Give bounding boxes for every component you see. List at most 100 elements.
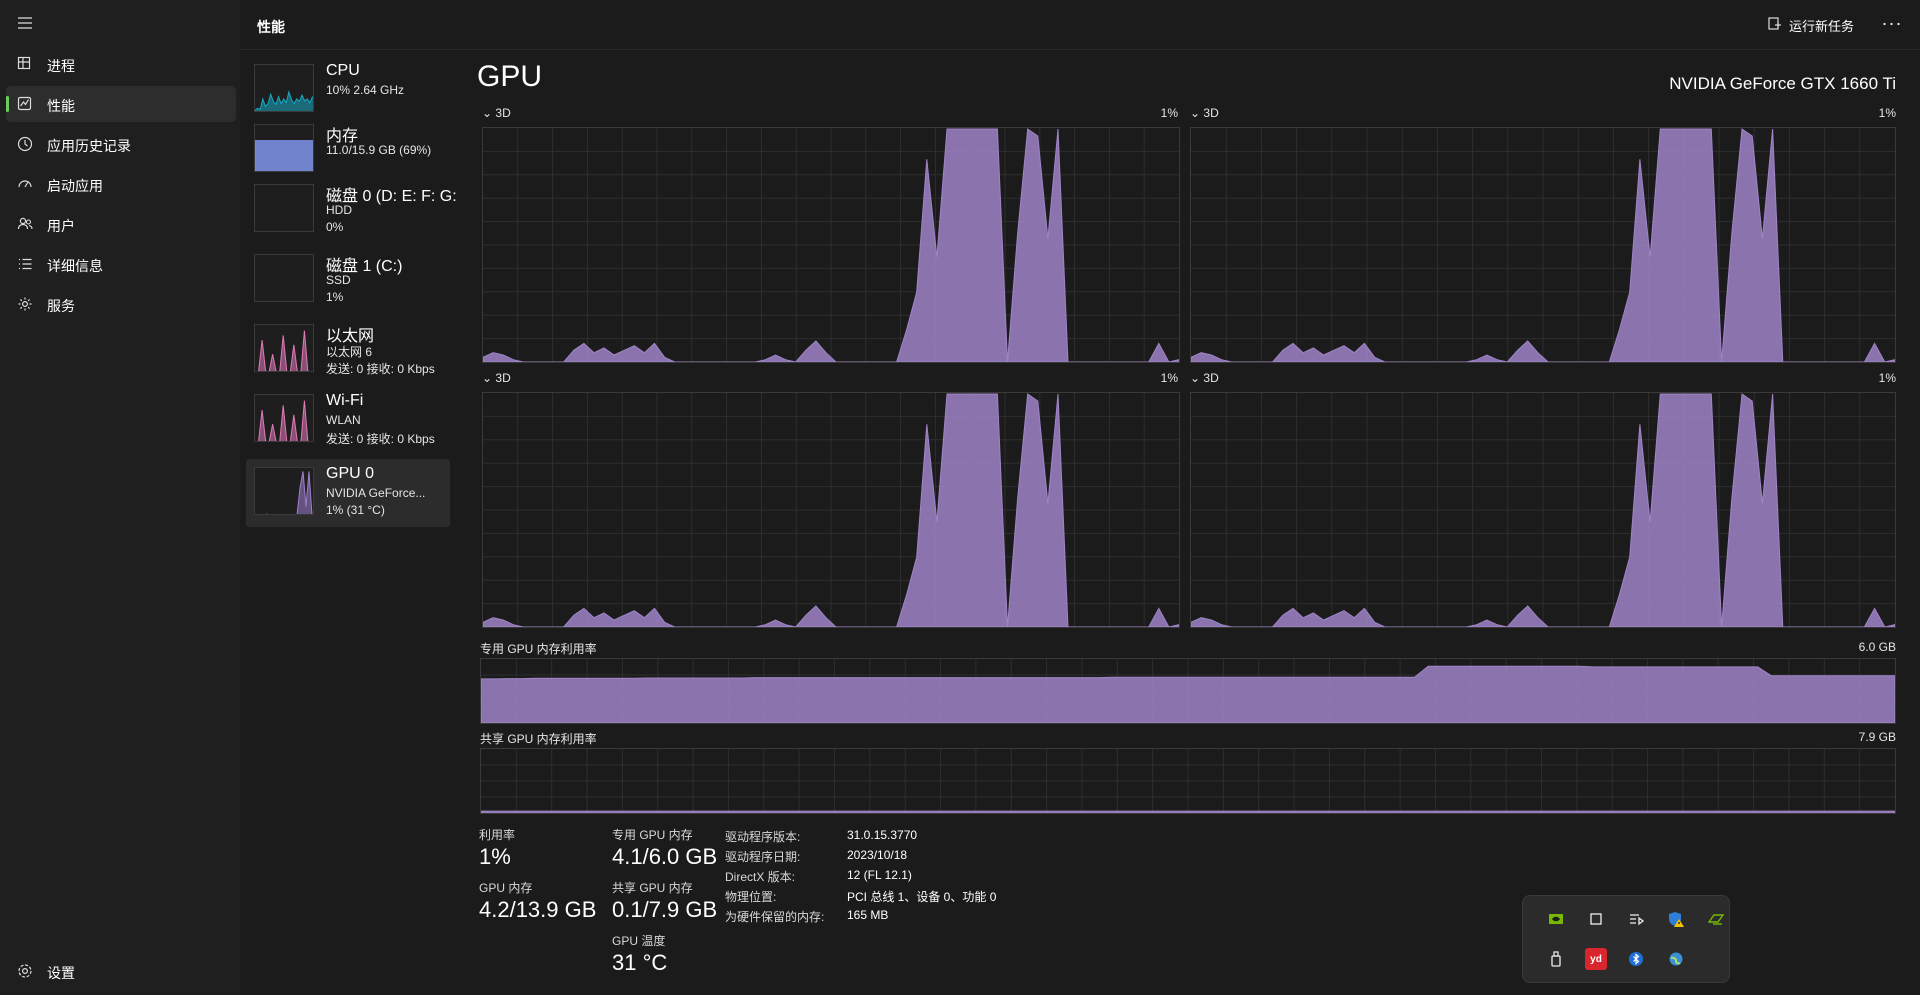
device-memory[interactable]: 内存 11.0/15.9 GB (69%) — [246, 116, 450, 184]
run-task-icon — [1767, 16, 1783, 35]
nav-item-label: 服务 — [47, 298, 75, 314]
users-icon — [16, 215, 34, 233]
network-globe-icon[interactable] — [1665, 948, 1687, 970]
yd-app-text: yd — [1590, 953, 1602, 965]
more-options-icon[interactable]: ··· — [1880, 13, 1904, 37]
dedicated-memory-stat-label: 专用 GPU 内存 — [612, 828, 693, 842]
engine-graph-4 — [1190, 392, 1896, 628]
usage-area — [480, 810, 1896, 814]
nav-item-startup-apps[interactable]: 启动应用 — [6, 166, 236, 202]
gpu-title: GPU — [477, 60, 543, 93]
engine-header-4: ⌄ 3D 1% — [1190, 371, 1896, 385]
gpu-temp-value: 31 °C — [612, 950, 668, 975]
gpu-model-name: NVIDIA GeForce GTX 1660 Ti — [1669, 74, 1896, 93]
directx-version-value: 12 (FL 12.1) — [847, 868, 912, 882]
nav-item-label: 应用历史记录 — [47, 138, 131, 154]
dedicated-memory-max: 6.0 GB — [1858, 640, 1896, 654]
gpu-memory-value: 4.2/13.9 GB — [479, 897, 597, 922]
usb-eject-icon[interactable] — [1545, 948, 1567, 970]
physical-location-key: 物理位置: — [725, 890, 777, 904]
reserved-memory-key: 为硬件保留的内存: — [725, 910, 825, 924]
nav-item-details[interactable]: 详细信息 — [6, 246, 236, 282]
device-detail: 11.0/15.9 GB (69%) — [326, 143, 432, 157]
nav-item-users[interactable]: 用户 — [6, 206, 236, 242]
device-gpu-0[interactable]: GPU 0 NVIDIA GeForce... 1% (31 °C) — [246, 459, 450, 527]
processes-icon — [16, 55, 34, 73]
device-usage: 0% — [326, 220, 344, 234]
engine-percent: 1% — [1160, 371, 1178, 385]
defender-warning-icon[interactable] — [1665, 908, 1687, 930]
run-task-label: 运行新任务 — [1788, 18, 1854, 34]
device-disk-1[interactable]: 磁盘 1 (C:) SSD 1% — [246, 246, 450, 314]
wifi-thumbnail-graph — [254, 394, 314, 442]
directx-version-key: DirectX 版本: — [725, 870, 796, 884]
usage-area — [258, 330, 309, 371]
utilization-label: 利用率 — [479, 828, 516, 842]
shared-memory-label: 共享 GPU 内存利用率 — [480, 732, 597, 746]
header-bar: 性能 运行新任务 ··· — [240, 0, 1920, 50]
dedicated-memory-stat-value: 4.1/6.0 GB — [612, 844, 718, 869]
engine-selector-1[interactable]: ⌄ 3D — [482, 106, 511, 120]
shared-memory-stat-value: 0.1/7.9 GB — [612, 897, 718, 922]
engine-selector-2[interactable]: ⌄ 3D — [1190, 106, 1219, 120]
run-new-task-button[interactable]: 运行新任务 — [1767, 14, 1854, 36]
details-icon — [16, 255, 34, 273]
engine-graph-3 — [482, 392, 1180, 628]
driver-version-value: 31.0.15.3770 — [847, 828, 918, 842]
engine-graph-1 — [482, 127, 1180, 363]
engine-percent: 1% — [1160, 106, 1178, 120]
gpu-tweak-icon[interactable] — [1705, 908, 1727, 930]
window-icon[interactable] — [1585, 908, 1607, 930]
driver-version-key: 驱动程序版本: — [725, 830, 801, 844]
device-cpu[interactable]: CPU 10% 2.64 GHz — [246, 56, 450, 124]
engine-header-3: ⌄ 3D 1% — [482, 371, 1178, 385]
engine-header-2: ⌄ 3D 1% — [1190, 106, 1896, 120]
dedicated-memory-header: 专用 GPU 内存利用率 6.0 GB — [480, 640, 1896, 657]
nav-item-label: 用户 — [47, 218, 75, 234]
disk0-thumbnail-graph — [254, 184, 314, 232]
nav-item-processes[interactable]: 进程 — [6, 46, 236, 82]
nvidia-icon[interactable] — [1545, 908, 1567, 930]
device-name: CPU — [326, 62, 360, 79]
yd-app-icon[interactable]: yd — [1585, 948, 1607, 970]
device-wifi[interactable]: Wi-Fi WLAN 发送: 0 接收: 0 Kbps — [246, 386, 450, 454]
utilization-value: 1% — [479, 844, 511, 869]
app-history-icon — [16, 135, 34, 153]
task-manager-window: 进程 性能 应用历史记录 启动应用 用户 详细信息 服务 设置 性能 运行新任务… — [0, 0, 1920, 995]
disk1-thumbnail-graph — [254, 254, 314, 302]
engine-selector-3[interactable]: ⌄ 3D — [482, 371, 511, 385]
settings-label: 设置 — [47, 965, 75, 981]
hamburger-menu-icon[interactable] — [16, 15, 36, 31]
nav-item-settings[interactable]: 设置 — [6, 953, 236, 989]
usage-area — [255, 89, 313, 111]
device-detail: HDD — [326, 203, 352, 217]
bluetooth-icon[interactable] — [1625, 948, 1647, 970]
usage-area — [265, 471, 313, 514]
physical-location-value: PCI 总线 1、设备 0、功能 0 — [847, 890, 997, 904]
device-ethernet[interactable]: 以太网 以太网 6 发送: 0 接收: 0 Kbps — [246, 316, 450, 384]
engine-percent: 1% — [1878, 106, 1896, 120]
dedicated-memory-graph — [480, 658, 1896, 724]
device-usage: 1% (31 °C) — [326, 503, 385, 517]
nav-item-services[interactable]: 服务 — [6, 286, 236, 322]
gpu-thumbnail-graph — [254, 467, 314, 515]
performance-icon — [16, 95, 34, 113]
usage-area — [255, 140, 313, 171]
shared-memory-max: 7.9 GB — [1858, 730, 1896, 744]
device-usage: 1% — [326, 290, 344, 304]
memory-thumbnail-graph — [254, 124, 314, 172]
sidebar: 进程 性能 应用历史记录 启动应用 用户 详细信息 服务 设置 — [0, 0, 240, 995]
engine-selector-4[interactable]: ⌄ 3D — [1190, 371, 1219, 385]
engine-graph-2 — [1190, 127, 1896, 363]
device-name: GPU 0 — [326, 465, 375, 482]
nav-item-app-history[interactable]: 应用历史记录 — [6, 126, 236, 162]
nav-item-performance[interactable]: 性能 — [6, 86, 236, 122]
tray-overflow-popup: yd — [1522, 895, 1730, 983]
engine-header-1: ⌄ 3D 1% — [482, 106, 1178, 120]
device-detail: 10% 2.64 GHz — [326, 83, 405, 97]
shared-memory-stat-label: 共享 GPU 内存 — [612, 881, 693, 895]
cast-icon[interactable] — [1625, 908, 1647, 930]
reserved-memory-value: 165 MB — [847, 908, 889, 922]
device-disk-0[interactable]: 磁盘 0 (D: E: F: G: HDD 0% — [246, 176, 456, 244]
shared-memory-header: 共享 GPU 内存利用率 7.9 GB — [480, 730, 1896, 747]
